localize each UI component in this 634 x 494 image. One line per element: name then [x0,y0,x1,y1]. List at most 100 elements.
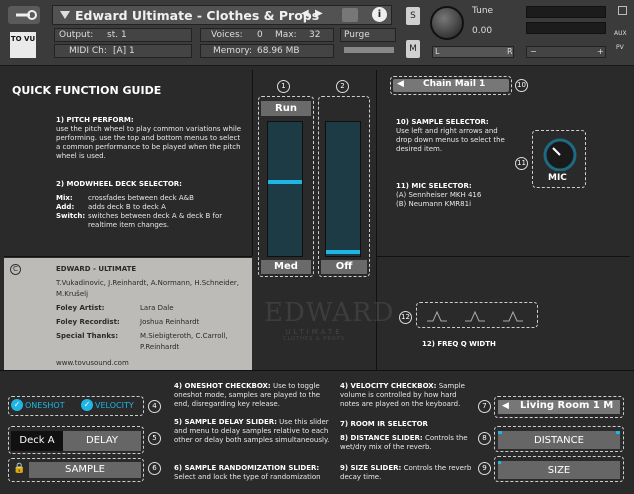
distance-slider[interactable]: DISTANCE [498,431,620,449]
memory-label: Memory: [213,46,252,56]
foley-artist-label: Foley Artist: [56,304,105,312]
info-icon[interactable]: i [372,7,387,22]
size-text: 9) SIZE SLIDER: Controls the reverb deca… [340,464,474,482]
tune-value: 0.00 [472,26,493,36]
s1-text: use the pitch wheel to play common varia… [56,125,242,160]
switch-value: switches between deck A & deck B for rea… [88,212,223,229]
pitch-slider[interactable] [267,121,303,257]
prev-arrow-icon[interactable]: ◀ [301,8,309,19]
sample-selector-group: ◀ Chain Mail 1 [390,76,512,95]
purge-status-bar [344,47,394,53]
modwheel-slider-handle[interactable] [326,250,360,254]
edward-watermark: EDWARD ULTIMATE CLOTHES & PROPS [264,298,395,358]
oneshot-checkbox[interactable]: ✓ [11,399,23,411]
modwheel-slider[interactable] [325,121,361,257]
marker-2: 2 [336,80,349,93]
tune-knob[interactable] [430,6,464,40]
s10-text: Use left and right arrows and drop down … [396,127,505,153]
midi-value: [A] 1 [113,46,135,56]
guide-title: QUICK FUNCTION GUIDE [12,84,162,97]
switch-key: Switch: [56,212,86,220]
memory-display: Memory: 68.96 MB [200,44,334,58]
credits-website[interactable]: www.tovusound.com [56,358,129,369]
tovu-logo: TO VU [10,32,36,58]
instrument-title: Edward Ultimate - Clothes & Props [75,8,320,23]
special-thanks-key: Special Thanks: [56,331,118,342]
add-key: Add: [56,203,75,211]
output-selector[interactable]: Output: st. 1 [54,28,192,42]
oneshot-text: 4) ONESHOT CHECKBOX: Use to toggle onesh… [174,382,330,409]
mute-button[interactable]: M [406,40,420,58]
s11-b: (B) Neumann KMR81i [396,200,472,208]
marker-4: 4 [148,400,161,413]
sample-menu-value[interactable]: Chain Mail 1 [423,79,485,89]
mic-label: MIC [548,173,567,183]
s1-title: 1) PITCH PERFORM: [56,116,134,124]
foley-recordist-value: Joshua Reinhardt [140,318,200,326]
distance-group: DISTANCE [494,426,624,452]
volume-plus-label: + [597,47,604,56]
s2-title: 2) MODWHEEL DECK SELECTOR: [56,180,182,188]
sample-selector[interactable]: ◀ Chain Mail 1 [393,79,509,92]
room-menu-value[interactable]: Living Room 1 M [520,400,613,411]
volume-slider[interactable]: − + [526,46,606,58]
marker-10: 10 [515,79,528,92]
mic-knob[interactable] [541,137,579,171]
freq-q-group [416,302,538,328]
mix-value: crossfades between deck A&B [88,194,194,202]
solo-button[interactable]: S [406,7,420,25]
watermark-line1: EDWARD [264,298,395,328]
sample-label: SAMPLE [65,464,105,475]
deck-mode-menu[interactable]: Off [321,260,367,274]
room-prev-icon[interactable]: ◀ [502,401,509,411]
divider [252,70,253,256]
camera-icon[interactable] [342,8,358,22]
delay-slider[interactable]: DELAY [63,431,141,451]
s40-title: 4) VELOCITY CHECKBOX: [340,382,437,390]
pan-left-label: L [435,47,440,56]
volume-minus-label: − [530,47,537,56]
max-value[interactable]: 32 [309,30,320,40]
eq-curves[interactable] [421,307,533,325]
modwheel-text: 2) MODWHEEL DECK SELECTOR: [56,180,246,189]
pitch-bottom-menu[interactable]: Med [261,260,311,274]
triangle-icon [60,11,70,19]
marker-9: 9 [478,462,491,475]
pan-slider[interactable]: L R [432,46,514,58]
lock-icon[interactable]: 🔒 [13,463,25,474]
credits-panel: C EDWARD - ULTIMATE T.Vukadinovic, J.Rei… [4,258,252,370]
close-icon[interactable] [618,6,627,15]
sample-prev-icon[interactable]: ◀ [397,79,404,89]
wrench-icon[interactable] [8,6,40,24]
voices-value: 0 [257,30,263,40]
aux-label[interactable]: AUX [614,30,627,37]
distance-slider-end [616,431,620,434]
watermark-line2: ULTIMATE [285,328,343,336]
special-thanks-value: M.Siebigteroth, C.Carroll, P.Reinhardt [140,332,228,351]
sample-random-slider[interactable]: SAMPLE [29,462,141,478]
oneshot-label: ONESHOT [25,401,65,410]
s11-a: (A) Sennheiser MKH 416 [396,191,482,199]
deck-a-menu[interactable]: Deck A [11,431,63,451]
foley-recordist-key: Foley Recordist: [56,317,120,328]
max-label: Max: [275,30,297,40]
voices-label: Voices: [211,30,243,40]
room-ir-selector[interactable]: ◀ Living Room 1 M [498,400,620,414]
pv-label[interactable]: PV [616,44,624,51]
distance-slider-fill [498,431,502,434]
credits-names: T.Vukadinovic, J.Reinhardt, A.Normann, H… [56,279,240,298]
velocity-checkbox[interactable]: ✓ [81,399,93,411]
mix-key: Mix: [56,194,73,202]
pitch-slider-handle[interactable] [268,180,302,184]
pitch-top-menu[interactable]: Run [261,101,311,116]
midi-channel-selector[interactable]: MIDI Ch: [A] 1 [54,44,192,58]
s12-title: 12) FREQ Q WIDTH [422,340,496,348]
randomization-group: 🔒 SAMPLE [8,458,144,482]
s9-title: 9) SIZE SLIDER: [340,464,402,472]
purge-menu[interactable]: Purge [340,28,396,42]
distance-text: 8) DISTANCE SLIDER: Controls the wet/dry… [340,434,474,452]
next-arrow-icon[interactable]: ▶ [315,8,323,19]
foley-recordist-label: Foley Recordist: [56,318,120,326]
size-slider[interactable]: SIZE [498,461,620,479]
s4-title: 4) ONESHOT CHECKBOX: [174,382,271,390]
